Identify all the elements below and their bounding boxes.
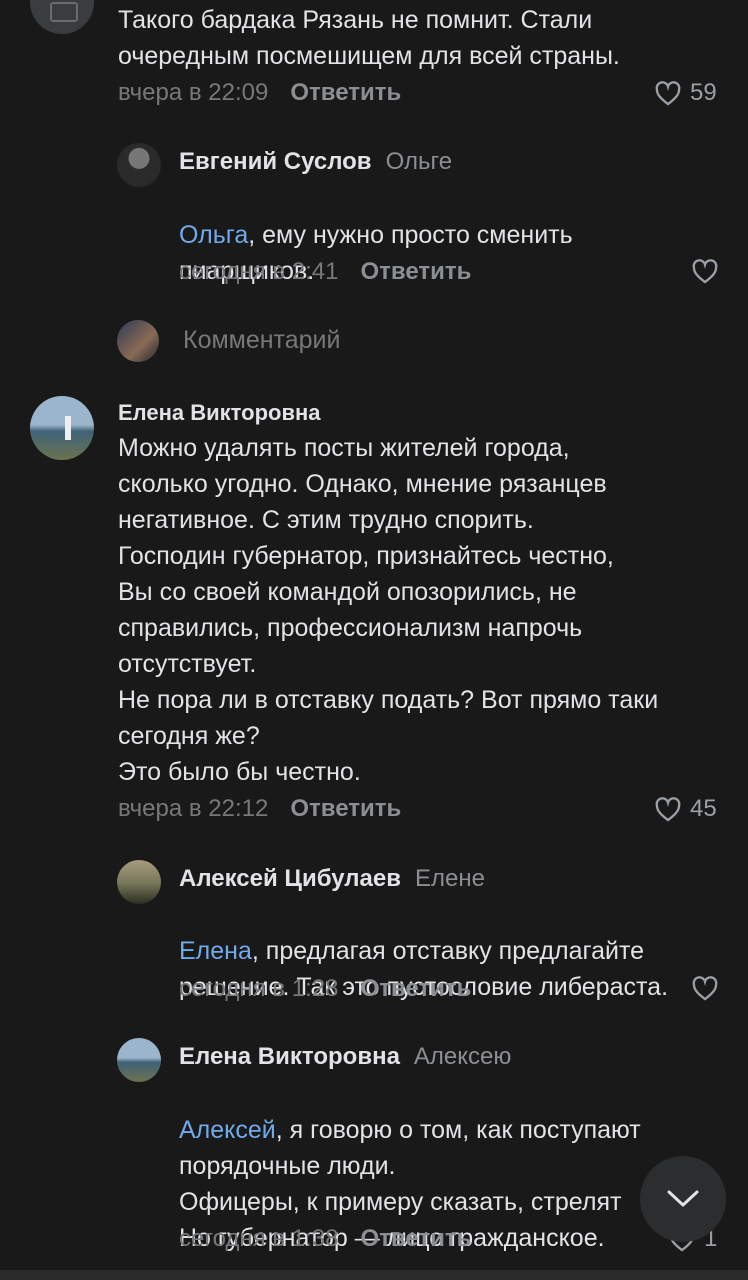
heart-outline-icon [655,797,681,822]
comment-text: Такого бардака Рязань не помнит. Стали о… [118,6,620,70]
reply-to[interactable]: Елене [415,865,485,892]
heart-outline-icon [692,976,718,1001]
bottom-bar [0,1270,748,1280]
avatar[interactable] [117,1038,161,1082]
author-name[interactable]: Евгений Суслов [179,148,372,175]
reply-button[interactable]: Ответить [360,258,471,285]
like-button[interactable] [691,975,719,1001]
comment-time: вчера в 22:12 [118,795,269,822]
avatar[interactable] [30,396,94,460]
like-count: 45 [690,795,717,822]
comment-time: сегодня в 2:41 [179,258,339,285]
reply-button[interactable]: Ответить [290,79,401,106]
avatar[interactable] [30,0,94,34]
comment-author[interactable]: Алексей Цибулаев Елене [179,865,485,893]
mention-link[interactable]: Алексей [179,1116,276,1144]
lighthouse-image [65,416,71,440]
comment-meta: сегодня в 2:41 Ответить [179,258,471,286]
comment-time: вчера в 22:09 [118,79,269,106]
avatar[interactable] [117,860,161,904]
camera-icon [50,2,78,22]
heart-outline-icon [692,259,718,284]
comment-author[interactable]: Елена Викторовна [118,400,321,426]
user-avatar [117,320,159,362]
avatar[interactable] [117,143,161,187]
like-count: 59 [690,79,717,106]
heart-outline-icon [655,81,681,106]
comment-author[interactable]: Евгений Суслов Ольге [179,148,452,176]
comment-meta: сегодня в 1:28 Ответить [179,975,471,1003]
comment-meta: вчера в 22:12 Ответить [118,795,401,823]
reply-button[interactable]: Ответить [360,975,471,1002]
comment-meta: вчера в 22:09 Ответить [118,79,401,107]
comment-time: сегодня в 1:38 [179,1225,339,1252]
reply-to[interactable]: Ольге [386,148,452,175]
reply-button[interactable]: Ответить [360,1225,471,1252]
comment-meta: сегодня в 1:38 Ответить [179,1225,471,1253]
reply-to[interactable]: Алексею [414,1043,511,1070]
comment-author[interactable]: Елена Викторовна Алексею [179,1043,511,1071]
comment-text: Можно удалять посты жителей города, скол… [118,434,659,786]
scroll-down-button[interactable] [640,1156,726,1242]
comment-time: сегодня в 1:28 [179,975,339,1002]
author-name[interactable]: Елена Викторовна [118,400,321,425]
like-button[interactable]: 59 [654,79,717,107]
like-button[interactable]: 45 [654,795,717,823]
reply-button[interactable]: Ответить [290,795,401,822]
mention-link[interactable]: Ольга [179,221,248,249]
comment-input[interactable]: Комментарий [183,326,340,355]
chevron-down-icon [667,1190,699,1207]
author-name[interactable]: Елена Викторовна [179,1043,400,1070]
mention-link[interactable]: Елена [179,937,252,965]
author-name[interactable]: Алексей Цибулаев [179,865,401,892]
like-button[interactable] [691,258,719,284]
